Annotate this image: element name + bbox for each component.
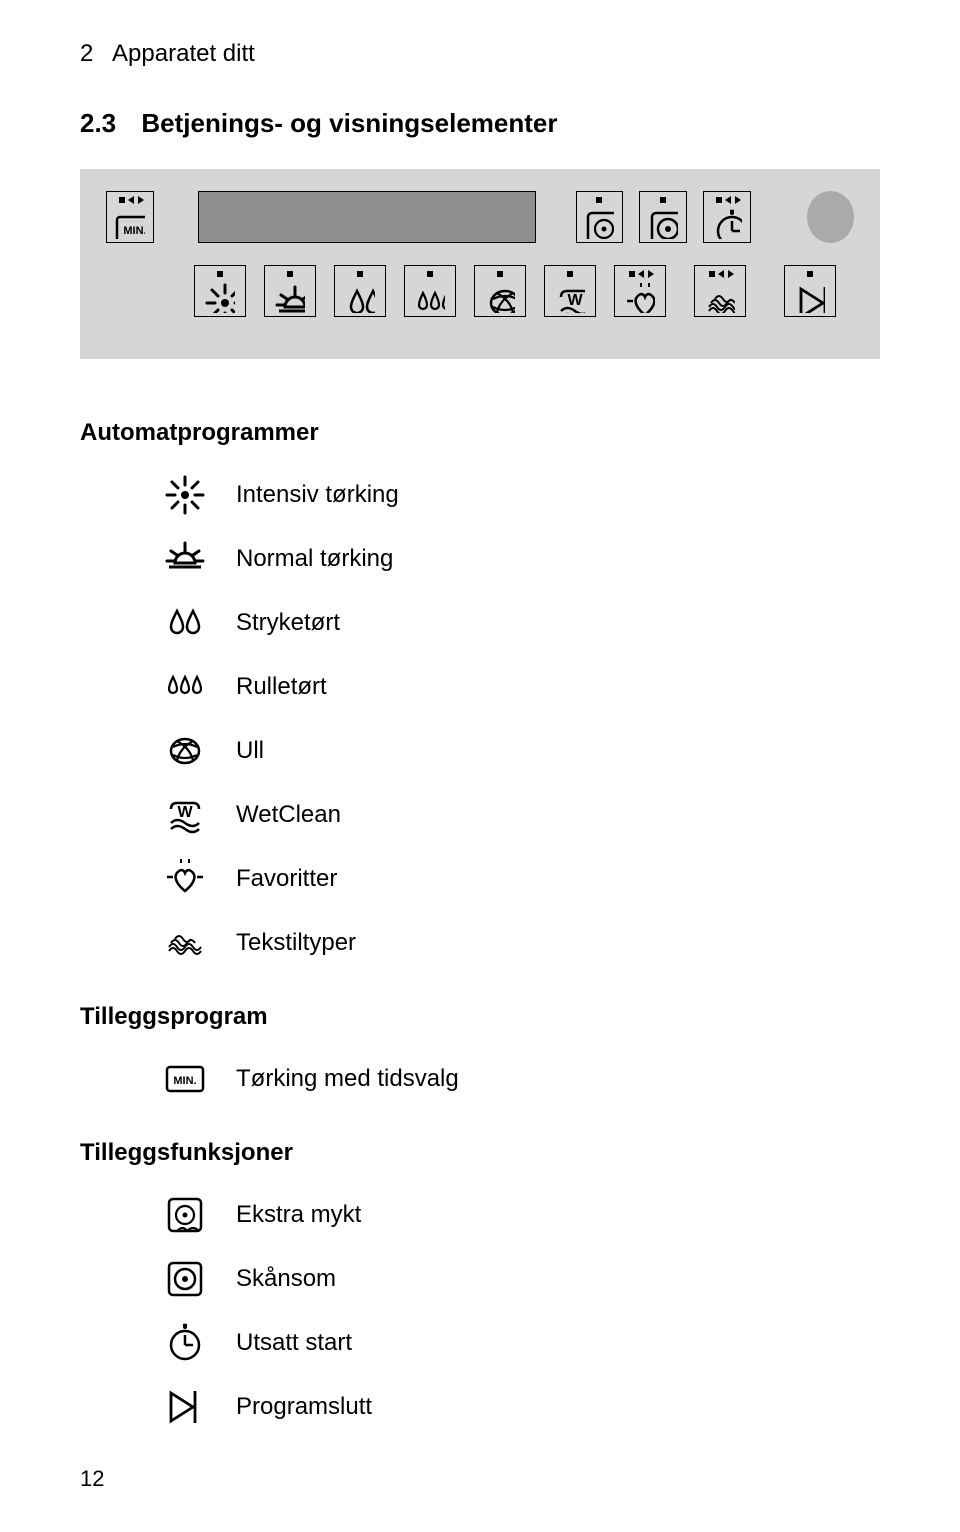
item-label: Programslutt	[236, 1393, 372, 1421]
heart-icon	[625, 283, 655, 313]
target-icon	[165, 1259, 205, 1299]
skip-icon	[795, 283, 825, 313]
panel-row-top	[106, 191, 854, 243]
page-number: 12	[80, 1466, 104, 1492]
page-header: 2 Apparatet ditt	[80, 40, 880, 68]
panel-skip-button[interactable]	[784, 265, 836, 317]
panel-soft-button[interactable]	[576, 191, 624, 243]
panel-wetclean-button[interactable]	[544, 265, 596, 317]
soft-icon	[165, 1195, 205, 1235]
panel-intensive-button[interactable]	[194, 265, 246, 317]
drops3-icon	[415, 283, 445, 313]
sun-full-icon	[205, 283, 235, 313]
chapter-title: Apparatet ditt	[112, 40, 255, 67]
panel-timer-button[interactable]	[703, 191, 751, 243]
section-text: Betjenings- og visningselementer	[141, 108, 557, 138]
tilleggsprogram-list: Tørking med tidsvalg	[80, 1059, 880, 1099]
list-item: Ekstra mykt	[160, 1195, 880, 1235]
panel-wool-button[interactable]	[474, 265, 526, 317]
tilleggsprogram-heading: Tilleggsprogram	[80, 1003, 880, 1031]
drops3-icon	[165, 667, 205, 707]
panel-textile-button[interactable]	[694, 265, 746, 317]
list-item: Stryketørt	[160, 603, 880, 643]
list-item: Utsatt start	[160, 1323, 880, 1363]
list-item: Intensiv tørking	[160, 475, 880, 515]
textile-icon	[705, 283, 735, 313]
heart-icon	[165, 859, 205, 899]
skip-icon	[165, 1387, 205, 1427]
textile-icon	[165, 923, 205, 963]
panel-display	[198, 191, 536, 243]
list-item: Programslutt	[160, 1387, 880, 1427]
soft-icon	[584, 209, 614, 239]
wetclean-icon	[165, 795, 205, 835]
item-label: Rulletørt	[236, 673, 327, 701]
section-number: 2.3	[80, 108, 116, 138]
panel-dial[interactable]	[807, 191, 854, 243]
target-icon	[648, 209, 678, 239]
panel-normal-button[interactable]	[264, 265, 316, 317]
panel-rolled-button[interactable]	[404, 265, 456, 317]
list-item: WetClean	[160, 795, 880, 835]
panel-gentle-button[interactable]	[639, 191, 687, 243]
item-label: Intensiv tørking	[236, 481, 399, 509]
wetclean-icon	[555, 283, 585, 313]
item-label: Normal tørking	[236, 545, 393, 573]
chapter-number: 2	[80, 40, 93, 67]
item-label: Tørking med tidsvalg	[236, 1065, 459, 1093]
sun-half-icon	[165, 539, 205, 579]
list-item: Ull	[160, 731, 880, 771]
sun-full-icon	[165, 475, 205, 515]
wool-icon	[165, 731, 205, 771]
panel-min-button[interactable]	[106, 191, 154, 243]
list-item: Favoritter	[160, 859, 880, 899]
wool-icon	[485, 283, 515, 313]
item-label: Utsatt start	[236, 1329, 352, 1357]
sun-half-icon	[275, 283, 305, 313]
section-title: 2.3 Betjenings- og visningselementer	[80, 108, 880, 139]
panel-row-bottom	[106, 265, 854, 317]
list-item: Tørking med tidsvalg	[160, 1059, 880, 1099]
clock-icon	[712, 209, 742, 239]
list-item: Skånsom	[160, 1259, 880, 1299]
automat-heading: Automatprogrammer	[80, 419, 880, 447]
item-label: Tekstiltyper	[236, 929, 356, 957]
page-root: 2 Apparatet ditt 2.3 Betjenings- og visn…	[0, 0, 960, 1532]
item-label: Stryketørt	[236, 609, 340, 637]
min-icon	[165, 1059, 205, 1099]
item-label: Ekstra mykt	[236, 1201, 361, 1229]
list-item: Normal tørking	[160, 539, 880, 579]
tilleggsfunksjoner-heading: Tilleggsfunksjoner	[80, 1139, 880, 1167]
panel-iron-button[interactable]	[334, 265, 386, 317]
automat-list: Intensiv tørking Normal tørking Stryketø…	[80, 475, 880, 963]
min-icon	[115, 209, 145, 239]
control-panel	[80, 169, 880, 359]
item-label: WetClean	[236, 801, 341, 829]
clock-icon	[165, 1323, 205, 1363]
list-item: Rulletørt	[160, 667, 880, 707]
tilleggsfunksjoner-list: Ekstra mykt Skånsom Utsatt start Program…	[80, 1195, 880, 1427]
item-label: Ull	[236, 737, 264, 765]
drops2-icon	[165, 603, 205, 643]
item-label: Favoritter	[236, 865, 337, 893]
panel-fav-button[interactable]	[614, 265, 666, 317]
drops2-icon	[345, 283, 375, 313]
item-label: Skånsom	[236, 1265, 336, 1293]
list-item: Tekstiltyper	[160, 923, 880, 963]
